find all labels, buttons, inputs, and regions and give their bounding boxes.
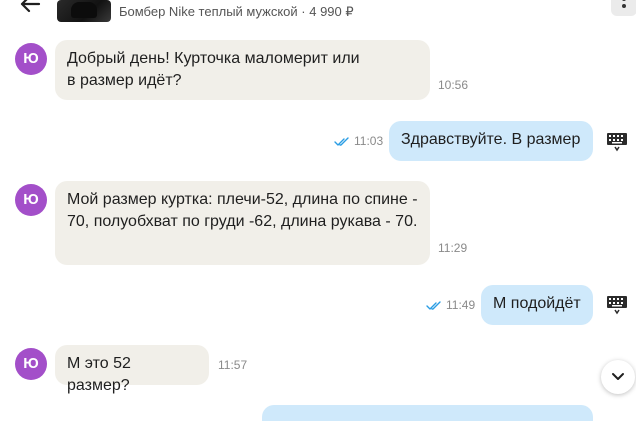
- outgoing-status: 11:49: [426, 298, 475, 312]
- product-thumbnail[interactable]: [57, 0, 111, 22]
- outgoing-message: М подойдёт: [481, 285, 593, 325]
- more-dot: [622, 4, 626, 8]
- more-vertical-icon: [622, 0, 626, 1]
- message-time: 11:29: [438, 241, 468, 255]
- product-title[interactable]: Бомбер Nike теплый мужской · 4 990 ₽: [119, 4, 354, 20]
- outgoing-status: 11:03: [334, 134, 383, 148]
- message-text: М подойдёт: [493, 295, 581, 312]
- message-text: Добрый день! Курточка маломерит или в ра…: [67, 50, 360, 89]
- message-time: 10:56: [438, 78, 469, 92]
- arrow-left-icon: [20, 0, 41, 13]
- double-check-icon: [426, 301, 441, 310]
- avatar[interactable]: Ю: [15, 348, 47, 380]
- incoming-message: М это 52 размер?: [55, 345, 209, 394]
- outgoing-message: Здравствуйте. В размер: [389, 121, 593, 161]
- incoming-message: Мой размер куртка: плечи-52, длина по сп…: [55, 181, 467, 265]
- message-time: 11:57: [218, 358, 248, 372]
- double-check-icon: [334, 137, 349, 146]
- message-text: Здравствуйте. В размер: [401, 131, 581, 148]
- message-time: 11:03: [354, 134, 384, 148]
- avatar[interactable]: Ю: [15, 43, 47, 75]
- scroll-down-button[interactable]: [601, 360, 635, 394]
- more-menu-button[interactable]: [611, 0, 636, 16]
- chevron-down-icon: [612, 373, 624, 380]
- message-text: Мой размер куртка: плечи-52, длина по сп…: [67, 191, 418, 230]
- back-button[interactable]: [18, 0, 42, 14]
- outgoing-message-partial: [262, 405, 593, 421]
- keyboard-icon[interactable]: [606, 131, 628, 153]
- message-time: 11:49: [446, 298, 476, 312]
- message-text: М это 52 размер?: [67, 355, 131, 394]
- avatar[interactable]: Ю: [15, 184, 47, 216]
- chat-header: Бомбер Nike теплый мужской · 4 990 ₽: [0, 0, 636, 28]
- keyboard-icon[interactable]: [606, 294, 628, 316]
- incoming-message: Добрый день! Курточка маломерит или в ра…: [55, 40, 468, 100]
